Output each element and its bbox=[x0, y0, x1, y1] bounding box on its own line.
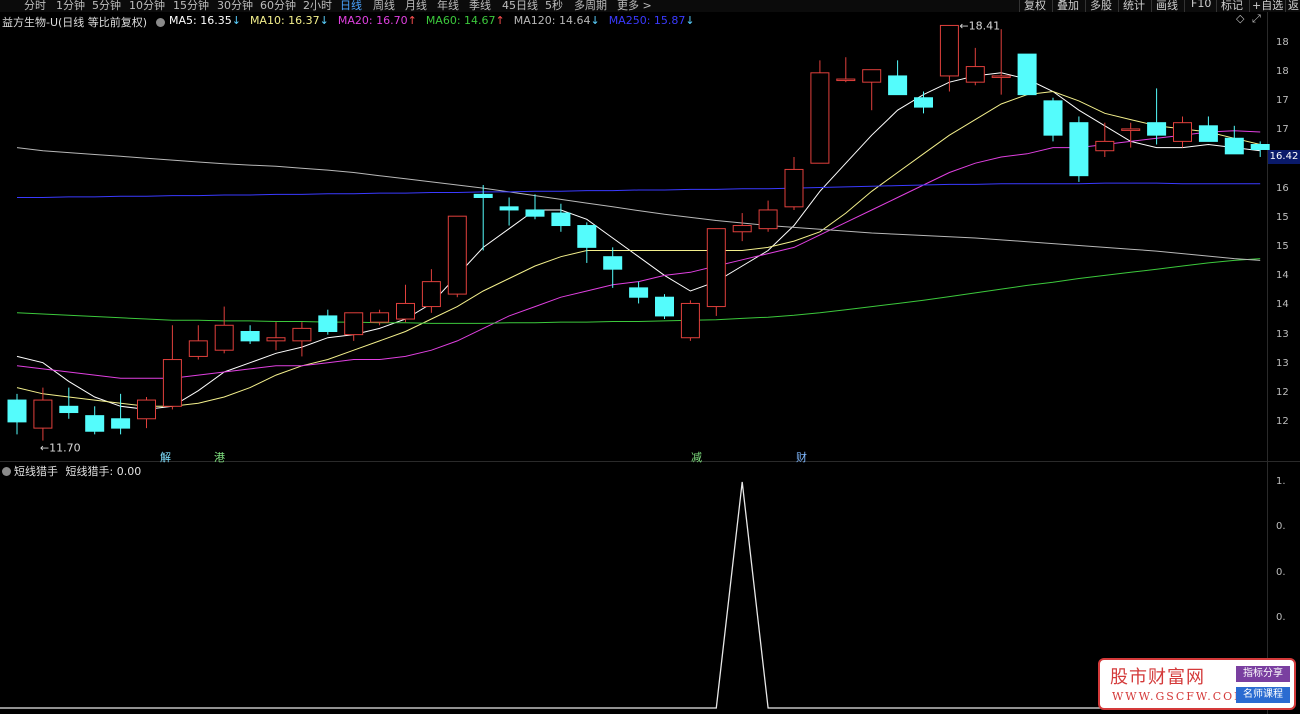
candle-down bbox=[1198, 125, 1218, 142]
candle-up bbox=[784, 168, 804, 208]
candle-up bbox=[706, 228, 726, 308]
indicator-axis-label: 0. bbox=[1276, 612, 1286, 623]
price-axis-label: 17 bbox=[1276, 124, 1289, 135]
candle-up bbox=[758, 209, 778, 230]
candle-up bbox=[732, 225, 752, 233]
event-marker[interactable]: 解 bbox=[160, 449, 171, 465]
price-axis-label: 14 bbox=[1276, 299, 1289, 310]
watermark-badge: 名师课程 bbox=[1236, 687, 1290, 703]
candle-down bbox=[59, 405, 79, 414]
candle-up bbox=[810, 72, 830, 164]
candle-up bbox=[965, 66, 985, 83]
price-axis-label: 18 bbox=[1276, 66, 1289, 77]
indicator-legend: 短线猎手 短线猎手: 0.00 bbox=[2, 463, 141, 479]
candle-up bbox=[862, 69, 882, 83]
candle-down bbox=[1147, 122, 1167, 136]
candle-up bbox=[836, 78, 856, 82]
candle-down bbox=[603, 256, 623, 270]
watermark-badge: 指标分享 bbox=[1236, 666, 1290, 682]
price-axis-label: 13 bbox=[1276, 329, 1289, 340]
price-axis-label: 14 bbox=[1276, 270, 1289, 281]
candle-up bbox=[266, 337, 286, 342]
price-axis-label: 12 bbox=[1276, 387, 1289, 398]
candle-up bbox=[214, 324, 234, 351]
candle-up bbox=[137, 399, 156, 420]
ma-line-ma250 bbox=[17, 182, 1261, 198]
candle-down bbox=[914, 97, 933, 108]
candlestick-chart[interactable]: ←18.41 ←11.70 bbox=[0, 0, 1300, 462]
event-marker[interactable]: 财 bbox=[796, 449, 807, 465]
candle-down bbox=[499, 206, 519, 211]
candle-down bbox=[85, 415, 105, 432]
candle-up bbox=[396, 302, 415, 320]
candle-up bbox=[447, 215, 467, 295]
candle-down bbox=[1043, 100, 1063, 136]
indicator-axis-label: 0. bbox=[1276, 567, 1286, 578]
price-axis-label: 17 bbox=[1276, 95, 1289, 106]
candle-up bbox=[1173, 122, 1192, 142]
watermark-logo[interactable]: 股市财富网 WWW.GSCFW.COM 指标分享 名师课程 bbox=[1098, 658, 1296, 710]
candle-down bbox=[1069, 122, 1089, 177]
candle-up bbox=[680, 302, 700, 339]
price-axis-label: 15 bbox=[1276, 241, 1289, 252]
price-axis-label: 13 bbox=[1276, 358, 1289, 369]
candle-up bbox=[188, 340, 208, 357]
candle-down bbox=[473, 193, 493, 198]
candle-down bbox=[525, 209, 545, 217]
candle-down bbox=[318, 315, 338, 332]
candle-down bbox=[240, 331, 260, 342]
candle-down bbox=[111, 418, 131, 429]
indicator-axis-label: 0. bbox=[1276, 521, 1286, 532]
watermark-title: 股市财富网 bbox=[1110, 667, 1205, 688]
candle-up bbox=[162, 359, 182, 407]
price-axis-label: 16 bbox=[1276, 183, 1289, 194]
candle-down bbox=[551, 212, 571, 227]
current-price-tag: 16.42 bbox=[1268, 150, 1300, 164]
high-price-label: ←18.41 bbox=[959, 19, 1000, 32]
candle-down bbox=[1224, 137, 1244, 155]
low-price-label: ←11.70 bbox=[40, 442, 81, 455]
price-axis-label: 15 bbox=[1276, 212, 1289, 223]
candle-up bbox=[344, 312, 364, 336]
candle-up bbox=[991, 75, 1011, 78]
indicator-line bbox=[0, 481, 1267, 709]
indicator-title[interactable]: 短线猎手 bbox=[14, 465, 58, 478]
price-axis-label: 18 bbox=[1276, 37, 1289, 48]
event-marker[interactable]: 港 bbox=[214, 449, 225, 465]
price-axis-label: 12 bbox=[1276, 416, 1289, 427]
candle-up bbox=[939, 24, 959, 77]
candle-up bbox=[292, 327, 312, 342]
candle-up bbox=[1095, 140, 1115, 152]
event-marker[interactable]: 减 bbox=[691, 449, 702, 465]
candle-down bbox=[577, 225, 597, 248]
candle-up bbox=[1121, 128, 1141, 131]
indicator-settings-icon[interactable] bbox=[2, 467, 11, 476]
candle-down bbox=[655, 296, 674, 317]
candle-up bbox=[421, 281, 441, 308]
candle-down bbox=[1017, 53, 1037, 96]
candle-up bbox=[370, 312, 390, 323]
candle-down bbox=[1250, 144, 1270, 150]
candle-down bbox=[888, 75, 908, 96]
candle-down bbox=[629, 287, 649, 298]
indicator-value: 短线猎手: 0.00 bbox=[65, 465, 142, 478]
candle-up bbox=[33, 399, 53, 429]
indicator-axis-label: 1. bbox=[1276, 476, 1286, 487]
watermark-url: WWW.GSCFW.COM bbox=[1112, 690, 1248, 703]
candle-down bbox=[7, 399, 27, 423]
